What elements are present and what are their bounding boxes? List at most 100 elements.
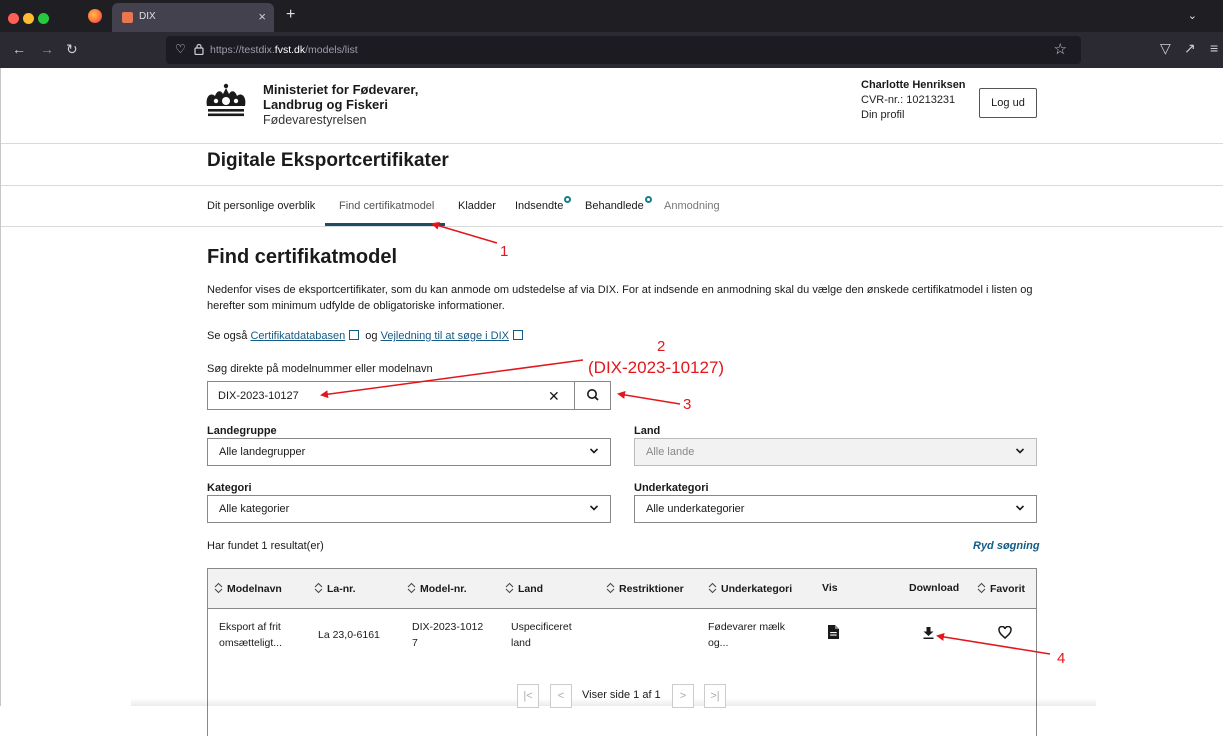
external-link-icon bbox=[349, 330, 360, 340]
column-header-underkategori[interactable]: Underkategori bbox=[708, 582, 792, 595]
lock-icon[interactable] bbox=[194, 43, 204, 55]
column-header-restriktioner[interactable]: Restriktioner bbox=[606, 582, 684, 595]
ministry-line2: Landbrug og Fiskeri bbox=[263, 97, 388, 112]
annotation-number-3: 3 bbox=[683, 396, 692, 413]
profile-link[interactable]: Din profil bbox=[861, 108, 966, 123]
column-header-download: Download bbox=[909, 582, 960, 594]
sort-icon bbox=[977, 582, 986, 594]
clear-search-icon[interactable]: ✕ bbox=[548, 388, 560, 405]
column-header-land[interactable]: Land bbox=[505, 582, 543, 595]
underkategori-select[interactable]: Alle underkategorier bbox=[634, 495, 1037, 523]
table-header: Modelnavn La-nr. Model-nr. Land Restrikt… bbox=[208, 569, 1036, 609]
sort-icon bbox=[314, 582, 323, 594]
app-title: Digitale Eksportcertifikater bbox=[207, 150, 449, 171]
tracking-shield-icon[interactable]: ♡ bbox=[175, 42, 186, 56]
bookmark-star-icon[interactable]: ☆ bbox=[1054, 40, 1067, 58]
user-name: Charlotte Henriksen bbox=[861, 79, 966, 91]
page-indicator: Viser side 1 af 1 bbox=[582, 689, 661, 701]
divider bbox=[1, 185, 1223, 186]
sort-icon bbox=[407, 582, 416, 594]
next-page-button[interactable]: > bbox=[672, 684, 694, 708]
heart-favorite-icon[interactable] bbox=[998, 626, 1012, 639]
forward-arrow-icon[interactable]: → bbox=[40, 41, 54, 57]
share-icon[interactable]: ↗ bbox=[1184, 40, 1196, 57]
browser-tab-bar: DIX × + ⌄ bbox=[0, 0, 1223, 32]
land-select[interactable]: Alle lande bbox=[634, 438, 1037, 466]
cell-land: Uspecificeret land bbox=[511, 621, 572, 649]
firefox-icon bbox=[88, 9, 102, 23]
sort-icon bbox=[505, 582, 514, 594]
divider bbox=[1, 143, 1223, 144]
search-box: ✕ bbox=[207, 381, 611, 410]
reload-icon[interactable]: ↻ bbox=[66, 41, 78, 58]
sort-icon bbox=[214, 582, 223, 594]
search-button[interactable] bbox=[574, 382, 611, 409]
tab-close-button[interactable]: × bbox=[258, 9, 266, 24]
list-tabs-chevron-icon[interactable]: ⌄ bbox=[1188, 9, 1197, 22]
nav-item-anmodning[interactable]: Anmodning bbox=[664, 200, 720, 212]
column-header-model-nr[interactable]: Model-nr. bbox=[407, 582, 467, 595]
column-header-vis: Vis bbox=[822, 582, 838, 594]
crown-logo-icon bbox=[206, 83, 246, 117]
column-header-favorit[interactable]: Favorit bbox=[977, 582, 1025, 595]
website-page: Ministeriet for Fødevarer, Landbrug og F… bbox=[0, 68, 1223, 736]
cell-la-nr: La 23,0-6161 bbox=[318, 629, 380, 641]
ministry-name: Ministeriet for Fødevarer, Landbrug og F… bbox=[263, 82, 418, 128]
landegruppe-label: Landegruppe bbox=[207, 425, 277, 437]
sort-icon bbox=[606, 582, 615, 594]
landegruppe-select[interactable]: Alle landegrupper bbox=[207, 438, 611, 466]
annotation-number-2: 2 bbox=[657, 338, 666, 355]
site-favicon-icon bbox=[122, 12, 133, 23]
logout-button[interactable]: Log ud bbox=[979, 88, 1037, 118]
annotation-search-term: (DIX-2023-10127) bbox=[588, 358, 725, 377]
nav-item-indsendte[interactable]: Indsendte bbox=[515, 196, 572, 212]
minimize-window-button[interactable] bbox=[23, 13, 34, 24]
land-label: Land bbox=[634, 425, 661, 437]
document-view-icon[interactable] bbox=[828, 625, 839, 639]
user-info: Charlotte Henriksen CVR-nr.: 10213231 Di… bbox=[861, 78, 966, 123]
maximize-window-button[interactable] bbox=[38, 13, 49, 24]
chevron-down-icon bbox=[1016, 448, 1024, 454]
external-link-icon bbox=[513, 330, 523, 340]
cell-modelnavn[interactable]: Eksport af frit omsætteligt... bbox=[219, 619, 282, 651]
page-title: Find certifikatmodel bbox=[207, 246, 398, 268]
link-vejledning[interactable]: Vejledning til at søge i DIX bbox=[381, 330, 509, 342]
nav-item-kladder[interactable]: Kladder bbox=[458, 200, 496, 212]
cell-model-nr: DIX-2023-1012 7 bbox=[412, 621, 484, 649]
first-page-button[interactable]: |< bbox=[517, 684, 539, 708]
kategori-select[interactable]: Alle kategorier bbox=[207, 495, 611, 523]
nav-item-overblik[interactable]: Dit personlige overblik bbox=[207, 200, 315, 212]
browser-tab-dix[interactable]: DIX × bbox=[112, 3, 274, 32]
close-window-button[interactable] bbox=[8, 13, 19, 24]
chevron-down-icon bbox=[590, 448, 598, 454]
column-header-la-nr[interactable]: La-nr. bbox=[314, 582, 356, 595]
link-certifikatdatabasen[interactable]: Certifikatdatabasen bbox=[250, 330, 345, 342]
cvr-number: CVR-nr.: 10213231 bbox=[861, 94, 956, 106]
download-icon[interactable] bbox=[923, 627, 934, 639]
agency-name: Fødevarestyrelsen bbox=[263, 113, 367, 127]
search-input[interactable] bbox=[208, 382, 574, 409]
column-header-modelnavn[interactable]: Modelnavn bbox=[214, 582, 282, 595]
menu-icon[interactable]: ≡ bbox=[1210, 40, 1218, 56]
back-arrow-icon[interactable]: ← bbox=[12, 41, 26, 57]
pocket-icon[interactable]: ▽ bbox=[1160, 40, 1171, 57]
see-also-links: Se også Certifikatdatabasen og Vejlednin… bbox=[207, 330, 526, 342]
last-page-button[interactable]: >| bbox=[704, 684, 726, 708]
results-table: Modelnavn La-nr. Model-nr. Land Restrikt… bbox=[207, 568, 1037, 736]
new-tab-button[interactable]: + bbox=[286, 6, 295, 24]
url-text: https://testdix.fvst.dk/models/list bbox=[210, 44, 358, 56]
notification-badge-icon bbox=[564, 196, 572, 203]
annotation-number-1: 1 bbox=[500, 243, 509, 260]
underkategori-label: Underkategori bbox=[634, 482, 709, 494]
browser-nav-bar: ← → ↻ ♡ https://testdix.fvst.dk/models/l… bbox=[0, 32, 1223, 68]
sort-icon bbox=[708, 582, 717, 594]
prev-page-button[interactable]: < bbox=[550, 684, 572, 708]
notification-badge-icon bbox=[644, 196, 652, 203]
nav-item-behandlede[interactable]: Behandlede bbox=[585, 196, 652, 212]
kategori-label: Kategori bbox=[207, 482, 252, 494]
clear-search-link[interactable]: Ryd søgning bbox=[973, 540, 1040, 552]
nav-item-find-certifikatmodel[interactable]: Find certifikatmodel bbox=[339, 200, 434, 212]
address-bar[interactable]: ♡ https://testdix.fvst.dk/models/list ☆ bbox=[166, 36, 1081, 64]
annotation-number-4: 4 bbox=[1057, 650, 1066, 667]
chevron-down-icon bbox=[1016, 505, 1024, 511]
